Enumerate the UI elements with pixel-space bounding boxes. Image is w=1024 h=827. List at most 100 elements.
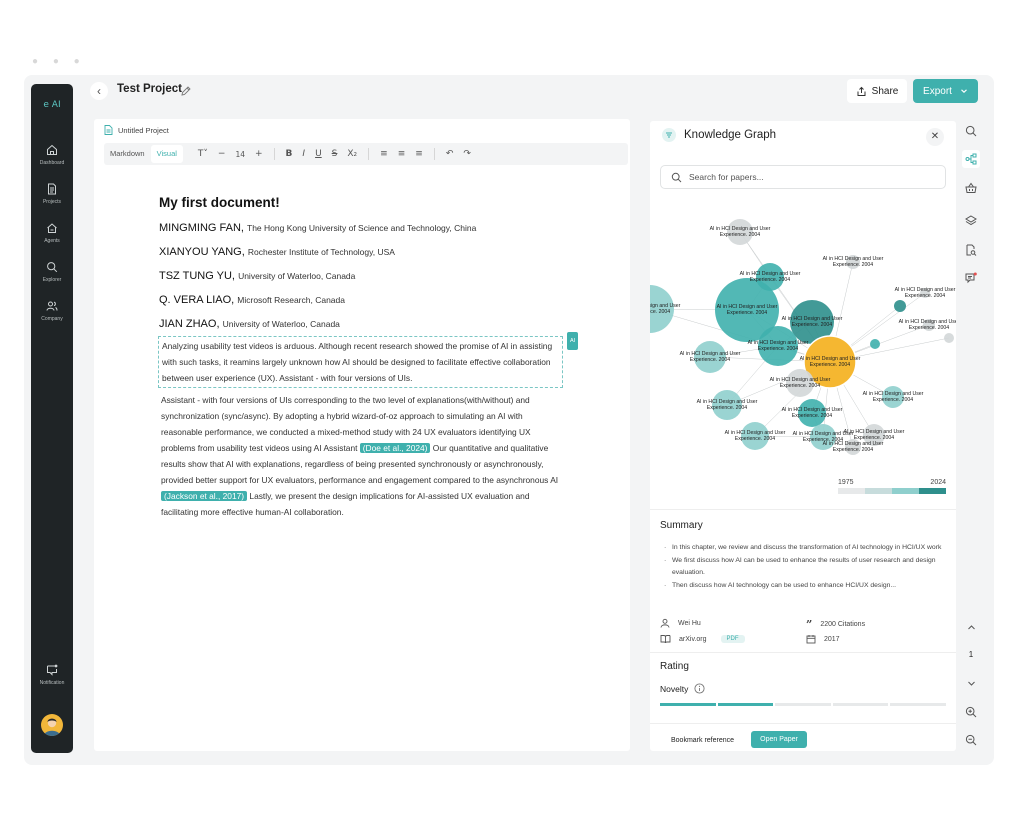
sidebar-item-company[interactable]: Company — [31, 300, 73, 322]
project-title: Test Project — [117, 83, 182, 95]
knowledge-graph-header: Knowledge Graph — [662, 128, 776, 142]
author-name: JIAN ZHAO, — [159, 318, 220, 330]
zoom-out-button[interactable] — [962, 731, 980, 749]
author-line: TSZ TUNG YU, University of Waterloo, Can… — [159, 270, 569, 282]
selected-paragraph-text: Analyzing usability test videos is arduo… — [162, 341, 553, 383]
filter-icon[interactable] — [662, 128, 676, 142]
graph-node-label: AI in HCI Design and UserExperience. 200… — [680, 351, 741, 363]
align-left-icon[interactable]: ≡ — [380, 149, 388, 159]
open-paper-button[interactable]: Open Paper — [751, 731, 807, 748]
close-panel-button[interactable]: ✕ — [926, 128, 944, 146]
bookmark-reference-button[interactable]: Bookmark reference — [660, 732, 745, 748]
author-affiliation: University of Waterloo, Canada — [238, 271, 356, 281]
summary-item: We first discuss how AI can be used to e… — [664, 555, 944, 579]
bold-icon[interactable]: B — [286, 149, 293, 159]
page-down-button[interactable] — [962, 674, 980, 692]
novelty-rating-bar — [660, 703, 946, 706]
underline-icon[interactable]: U — [315, 149, 322, 159]
align-justify-icon[interactable]: ≡ — [415, 149, 423, 159]
citation-chip[interactable]: (Jackson et al., 2017) — [161, 491, 248, 501]
book-icon — [660, 635, 671, 644]
graph-node[interactable] — [944, 333, 954, 343]
selected-paragraph[interactable]: Analyzing usability test videos is arduo… — [158, 332, 579, 388]
rating-segment — [775, 703, 831, 706]
pdf-badge[interactable]: PDF — [720, 635, 745, 643]
close-icon: ✕ — [930, 131, 940, 142]
back-button[interactable]: ‹ — [90, 82, 108, 100]
document-search-icon — [966, 244, 977, 256]
sidebar-item-label: Dashboard — [39, 160, 65, 166]
markdown-mode-button[interactable]: Markdown — [104, 145, 151, 163]
author-line: XIANYOU YANG, Rochester Institute of Tec… — [159, 246, 569, 258]
zoom-out-icon — [965, 734, 977, 746]
user-icon — [660, 618, 670, 628]
chevron-up-icon — [967, 624, 975, 629]
chevron-left-icon: ‹ — [97, 84, 101, 98]
rail-doc-search-button[interactable] — [962, 241, 980, 259]
undo-icon[interactable]: ↶ — [446, 149, 454, 159]
subscript-icon[interactable]: X₂ — [347, 149, 357, 159]
sidebar-item-projects[interactable]: Projects — [31, 183, 73, 205]
font-size-value[interactable]: 14 — [235, 150, 245, 159]
document-tab[interactable]: Untitled Project — [100, 121, 182, 139]
document-icon — [104, 125, 113, 135]
sidebar-item-label: Notification — [39, 680, 65, 686]
share-button[interactable]: Share — [847, 79, 907, 103]
year-gradient-bar — [838, 488, 946, 494]
share-label: Share — [871, 85, 899, 97]
zoom-in-button[interactable] — [962, 703, 980, 721]
avatar[interactable] — [41, 714, 63, 736]
rail-search-button[interactable] — [962, 122, 980, 140]
sidebar-item-agents[interactable]: Agents — [31, 222, 73, 244]
toolbar-divider — [433, 148, 435, 160]
rail-comments-button[interactable] — [962, 269, 980, 287]
graph-node-label: AI in HCI Design and UserExperience. 200… — [650, 303, 681, 315]
graph-node[interactable] — [870, 339, 880, 349]
graph-node-label: AI in HCI Design and UserExperience. 200… — [710, 226, 771, 238]
section-divider — [650, 509, 956, 510]
paper-search-input[interactable]: Search for papers... — [660, 165, 946, 189]
citation-chip[interactable]: (Doe et al., 2024) — [359, 443, 431, 453]
basket-icon — [965, 182, 977, 193]
visual-mode-button[interactable]: Visual — [150, 145, 183, 163]
sidebar-item-dashboard[interactable]: Dashboard — [31, 144, 73, 166]
increase-font-icon[interactable]: + — [255, 149, 263, 159]
redo-icon[interactable]: ↷ — [463, 149, 471, 159]
strikethrough-icon[interactable]: S — [332, 149, 338, 159]
author-name: MINGMING FAN, — [159, 222, 244, 234]
italic-icon[interactable]: I — [302, 149, 305, 159]
calendar-icon — [806, 635, 816, 644]
author-name: Q. VERA LIAO, — [159, 294, 235, 306]
rating-segment — [832, 703, 889, 706]
ai-assist-tag[interactable]: AI — [567, 332, 579, 350]
font-style-icon[interactable]: T˅ — [198, 149, 208, 159]
edit-title-icon[interactable] — [180, 84, 192, 102]
summary-item: Then discuss how AI technology can be us… — [664, 580, 944, 592]
year-end-label: 2024 — [930, 479, 946, 486]
rail-basket-button[interactable] — [962, 179, 980, 197]
info-icon[interactable] — [694, 683, 705, 694]
paper-citations: ” 2200 Citations — [806, 618, 865, 631]
year-start-label: 1975 — [838, 479, 854, 486]
author-line: JIAN ZHAO, University of Waterloo, Canad… — [159, 318, 569, 330]
page-up-button[interactable] — [962, 618, 980, 636]
sidebar: e AI Dashboard Projects Agents Explorer … — [31, 84, 73, 753]
sidebar-item-notification[interactable]: Notification — [31, 664, 73, 686]
rail-graph-button[interactable] — [962, 150, 980, 168]
align-center-icon[interactable]: ≡ — [398, 149, 406, 159]
graph-node[interactable] — [894, 300, 906, 312]
document-body[interactable]: My first document! MINGMING FAN, The Hon… — [158, 195, 579, 520]
document-title: My first document! — [159, 195, 280, 210]
section-divider — [650, 652, 956, 653]
export-button[interactable]: Export — [913, 79, 978, 103]
sidebar-item-label: Company — [41, 316, 63, 322]
rail-layers-button[interactable] — [962, 212, 980, 230]
sidebar-item-label: Agents — [44, 238, 60, 244]
chevron-down-icon — [961, 89, 967, 93]
decrease-font-icon[interactable]: − — [218, 149, 226, 159]
user-avatar-icon — [44, 718, 60, 736]
summary-title: Summary — [660, 520, 703, 531]
sidebar-item-explorer[interactable]: Explorer — [31, 261, 73, 283]
document-icon — [48, 183, 56, 195]
knowledge-graph-canvas[interactable]: AI in HCI Design and User Experience. 200… — [650, 195, 956, 505]
